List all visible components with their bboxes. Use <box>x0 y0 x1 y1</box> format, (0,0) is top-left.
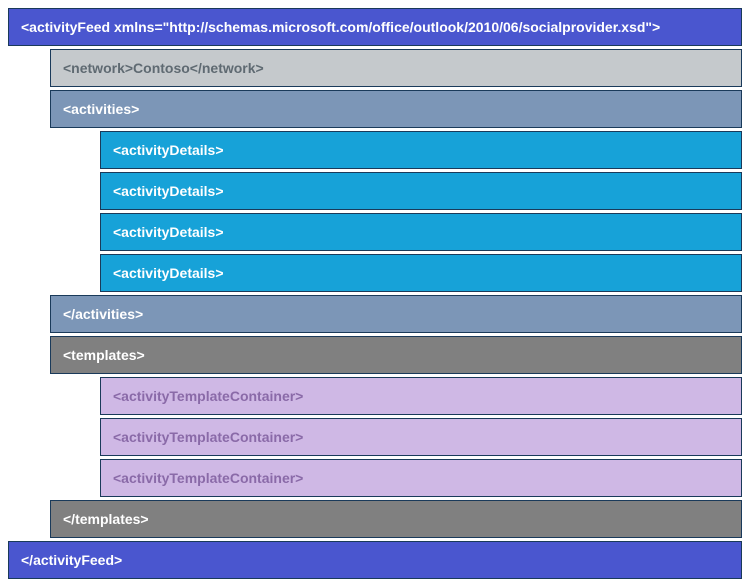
activitydetails-element: <activityDetails> <box>100 131 742 169</box>
activitydetails-element: <activityDetails> <box>100 213 742 251</box>
network-element: <network>Contoso</network> <box>50 49 742 87</box>
templates-open-tag: <templates> <box>50 336 742 374</box>
activitydetails-element: <activityDetails> <box>100 172 742 210</box>
activitytemplatecontainer-element: <activityTemplateContainer> <box>100 418 742 456</box>
templates-close-tag: </templates> <box>50 500 742 538</box>
activitydetails-element: <activityDetails> <box>100 254 742 292</box>
xml-structure-diagram: <activityFeed xmlns="http://schemas.micr… <box>8 8 742 579</box>
activitytemplatecontainer-element: <activityTemplateContainer> <box>100 459 742 497</box>
activities-close-tag: </activities> <box>50 295 742 333</box>
activityfeed-close-tag: </activityFeed> <box>8 541 742 579</box>
activityfeed-open-tag: <activityFeed xmlns="http://schemas.micr… <box>8 8 742 46</box>
activitytemplatecontainer-element: <activityTemplateContainer> <box>100 377 742 415</box>
activities-open-tag: <activities> <box>50 90 742 128</box>
